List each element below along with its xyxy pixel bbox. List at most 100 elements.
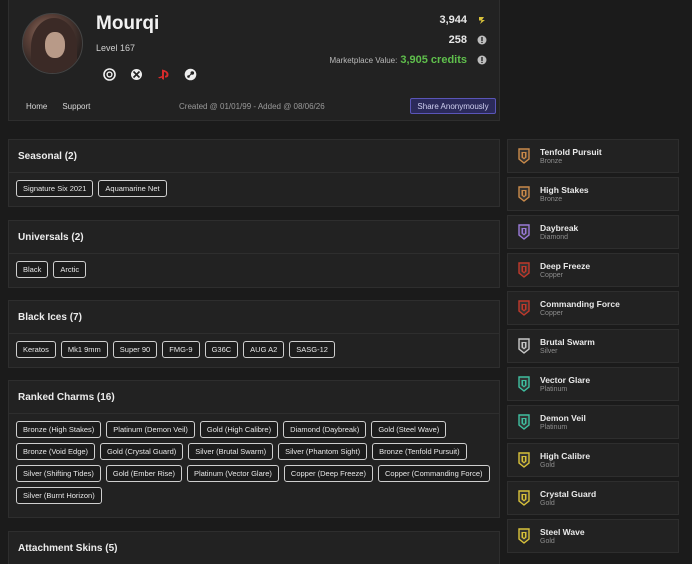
charm-name: Deep Freeze xyxy=(540,261,591,271)
playstation-icon[interactable] xyxy=(157,68,170,81)
section-ranked-charms: Ranked Charms (16) Bronze (High Stakes) P… xyxy=(8,380,500,518)
section-universals: Universals (2) Black Arctic xyxy=(8,220,500,288)
charm-name: Vector Glare xyxy=(540,375,591,385)
chip-list: Bronze (High Stakes) Platinum (Demon Veil… xyxy=(9,414,499,511)
charm-name: High Stakes xyxy=(540,185,589,195)
item-chip[interactable]: Gold (Steel Wave) xyxy=(371,421,447,438)
item-chip[interactable]: SASG-12 xyxy=(289,341,335,358)
item-chip[interactable]: Copper (Commanding Force) xyxy=(377,465,490,482)
profile-nav: Home Support xyxy=(26,102,90,111)
charm-card[interactable]: Tenfold Pursuit Bronze xyxy=(507,139,679,173)
profile-stats: 3,944 258 Marketplace Value: 3,905 credi… xyxy=(329,13,487,73)
marketplace-label: Marketplace Value: xyxy=(329,55,398,65)
item-chip[interactable]: Signature Six 2021 xyxy=(16,180,94,197)
player-level: Level 167 xyxy=(96,43,136,53)
nav-support[interactable]: Support xyxy=(62,102,90,111)
share-anonymously-button[interactable]: Share Anonymously xyxy=(410,98,496,114)
item-chip[interactable]: G36C xyxy=(204,341,239,358)
section-title: Attachment Skins (5) xyxy=(9,532,499,564)
charm-name: Crystal Guard xyxy=(540,489,597,499)
charm-card[interactable]: Vector Glare Platinum xyxy=(507,367,679,401)
charm-card[interactable]: Deep Freeze Copper xyxy=(507,253,679,287)
rank-charm-icon xyxy=(518,224,530,240)
item-chip[interactable]: Silver (Burnt Horizon) xyxy=(16,487,102,504)
charm-name: Tenfold Pursuit xyxy=(540,147,602,157)
item-chip[interactable]: Mk1 9mm xyxy=(60,341,108,358)
section-seasonals: Seasonal (2) Signature Six 2021 Aquamarin… xyxy=(8,139,500,207)
item-chip[interactable]: Black xyxy=(16,261,49,278)
item-chip[interactable]: Gold (Crystal Guard) xyxy=(100,443,184,460)
charm-name: Brutal Swarm xyxy=(540,337,595,347)
item-chip[interactable]: Silver (Brutal Swarm) xyxy=(188,443,274,460)
charm-list: Tenfold Pursuit Bronze High Stakes Bronze Da… xyxy=(507,139,679,557)
rank-charm-icon xyxy=(518,186,530,202)
item-chip[interactable]: Super 90 xyxy=(112,341,158,358)
info-icon[interactable] xyxy=(477,35,487,45)
section-attachment-skins: Attachment Skins (5) xyxy=(8,531,500,564)
charm-card[interactable]: Crystal Guard Gold xyxy=(507,481,679,515)
charm-name: Demon Veil xyxy=(540,413,586,423)
section-title: Black Ices (7) xyxy=(9,301,499,334)
rank-charm-icon xyxy=(518,376,530,392)
charm-card[interactable]: High Stakes Bronze xyxy=(507,177,679,211)
charm-tier: Gold xyxy=(540,462,555,469)
ubisoft-icon[interactable] xyxy=(103,68,116,81)
item-chip[interactable]: Keratos xyxy=(16,341,56,358)
item-chip[interactable]: Bronze (Tenfold Pursuit) xyxy=(372,443,467,460)
item-chip[interactable]: Aquamarine Net xyxy=(98,180,167,197)
item-chip[interactable]: Bronze (Void Edge) xyxy=(16,443,96,460)
section-black-ices: Black Ices (7) Keratos Mk1 9mm Super 90 FMG… xyxy=(8,300,500,368)
item-chip[interactable]: Silver (Phantom Sight) xyxy=(278,443,368,460)
rank-charm-icon xyxy=(518,452,530,468)
profile-card: Mourqi Level 167 3,944 258 Marketplace V… xyxy=(8,0,500,121)
xbox-icon[interactable] xyxy=(130,68,143,81)
charm-tier: Gold xyxy=(540,538,555,545)
item-chip[interactable]: Gold (High Calibre) xyxy=(199,421,279,438)
platform-icons xyxy=(103,68,197,81)
item-chip[interactable]: Diamond (Daybreak) xyxy=(283,421,367,438)
marketplace-value: 3,905 credits xyxy=(400,54,467,66)
info-icon[interactable] xyxy=(477,55,487,65)
charm-card[interactable]: High Calibre Gold xyxy=(507,443,679,477)
nav-home[interactable]: Home xyxy=(26,102,47,111)
item-count: 258 xyxy=(448,34,467,46)
item-chip[interactable]: Gold (Ember Rise) xyxy=(105,465,182,482)
section-title: Ranked Charms (16) xyxy=(9,381,499,414)
steam-icon[interactable] xyxy=(184,68,197,81)
item-chip[interactable]: AUG A2 xyxy=(243,341,285,358)
rank-charm-icon xyxy=(518,262,530,278)
rank-charm-icon xyxy=(518,338,530,354)
charm-card[interactable]: Demon Veil Platinum xyxy=(507,405,679,439)
item-chip[interactable]: Platinum (Demon Veil) xyxy=(106,421,195,438)
charm-card[interactable]: Brutal Swarm Silver xyxy=(507,329,679,363)
charm-card[interactable]: Daybreak Diamond xyxy=(507,215,679,249)
item-chip[interactable]: FMG-9 xyxy=(162,341,200,358)
avatar[interactable] xyxy=(22,13,83,74)
coin-count: 3,944 xyxy=(439,14,467,26)
rank-charm-icon xyxy=(518,300,530,316)
charm-tier: Bronze xyxy=(540,196,563,203)
charm-tier: Bronze xyxy=(540,158,563,165)
item-chip[interactable]: Copper (Deep Freeze) xyxy=(283,465,373,482)
charm-tier: Gold xyxy=(540,500,555,507)
item-chip[interactable]: Platinum (Vector Glare) xyxy=(186,465,279,482)
coin-icon xyxy=(477,15,487,25)
charm-name: High Calibre xyxy=(540,451,591,461)
item-chip[interactable]: Arctic xyxy=(53,261,87,278)
charm-tier: Diamond xyxy=(540,234,569,241)
chip-list: Signature Six 2021 Aquamarine Net xyxy=(9,173,499,204)
item-chip[interactable]: Silver (Shifting Tides) xyxy=(16,465,101,482)
charm-name: Daybreak xyxy=(540,223,579,233)
charm-tier: Copper xyxy=(540,272,563,279)
item-chip[interactable]: Bronze (High Stakes) xyxy=(16,421,102,438)
charm-card[interactable]: Steel Wave Gold xyxy=(507,519,679,553)
created-date: Created @ 01/01/99 - Added @ 08/06/26 xyxy=(179,102,325,111)
chip-list: Black Arctic xyxy=(9,254,499,285)
charm-name: Commanding Force xyxy=(540,299,620,309)
chip-list: Keratos Mk1 9mm Super 90 FMG-9 G36C AUG A2 SAS… xyxy=(9,334,499,365)
rank-charm-icon xyxy=(518,490,530,506)
charm-card[interactable]: Commanding Force Copper xyxy=(507,291,679,325)
username: Mourqi xyxy=(96,13,160,34)
rank-charm-icon xyxy=(518,148,530,164)
rank-charm-icon xyxy=(518,528,530,544)
